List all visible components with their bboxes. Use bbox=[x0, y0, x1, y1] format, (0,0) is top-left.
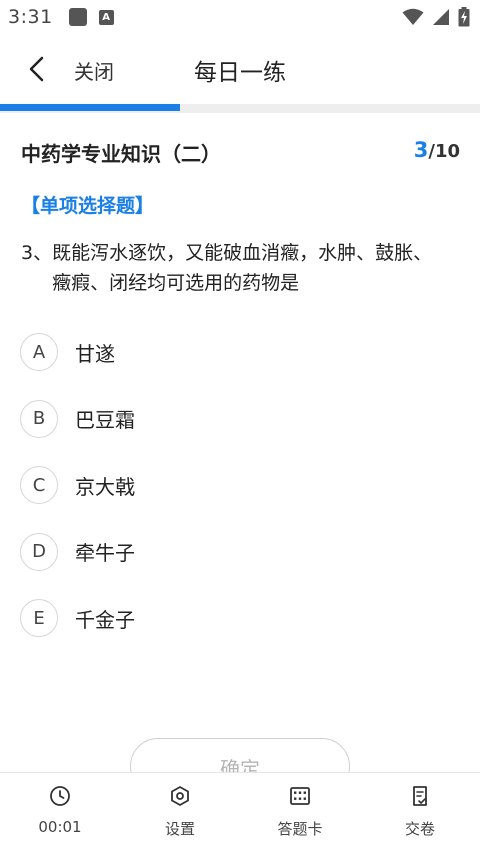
option-letter: A bbox=[20, 333, 58, 371]
nav-bar: 关闭 每日一练 bbox=[0, 34, 480, 104]
option-letter: B bbox=[20, 399, 58, 438]
total-questions: /10 bbox=[428, 141, 460, 162]
clock-icon bbox=[47, 783, 73, 809]
page-title: 每日一练 bbox=[194, 60, 286, 86]
wifi-icon bbox=[402, 8, 424, 25]
tab-submit[interactable]: 交卷 bbox=[360, 773, 480, 853]
option-text: 京大戟 bbox=[75, 474, 135, 499]
tab-settings[interactable]: 设置 bbox=[120, 773, 240, 853]
bottom-tab-bar: 00:01 设置 答题卡 交卷 bbox=[0, 772, 480, 853]
option-text: 牵牛子 bbox=[75, 541, 135, 565]
question-type: 【单项选择题】 bbox=[21, 195, 155, 217]
option-a[interactable]: A 甘遂 bbox=[20, 333, 460, 371]
submit-paper-icon bbox=[407, 783, 433, 809]
notification-square-icon bbox=[68, 8, 87, 26]
option-letter: E bbox=[20, 599, 58, 637]
app-a-icon: A bbox=[98, 9, 114, 25]
option-text: 甘遂 bbox=[75, 341, 115, 366]
option-letter: C bbox=[20, 466, 58, 504]
question-text: 既能泻水逐饮，又能破血消癥，水肿、鼓胀、癥瘕、闭经均可选用的药物是 bbox=[52, 242, 433, 294]
question-stem: 3、 既能泻水逐饮，又能破血消癥，水肿、鼓胀、癥瘕、闭经均可选用的药物是 bbox=[21, 238, 451, 298]
subject-title: 中药学专业知识（二） bbox=[21, 142, 221, 166]
question-counter: 3/10 bbox=[414, 138, 460, 162]
option-letter: D bbox=[20, 532, 58, 571]
grid-card-icon bbox=[287, 783, 313, 809]
tab-timer[interactable]: 00:01 bbox=[0, 773, 120, 853]
option-e[interactable]: E 千金子 bbox=[20, 599, 460, 637]
option-d[interactable]: D 牵牛子 bbox=[20, 532, 460, 571]
option-text: 千金子 bbox=[75, 607, 135, 632]
current-question-number: 3 bbox=[413, 138, 429, 162]
question-number: 3、 bbox=[21, 242, 53, 264]
option-b[interactable]: B 巴豆霜 bbox=[20, 399, 460, 438]
progress-fill bbox=[0, 104, 180, 111]
tab-label: 交卷 bbox=[404, 820, 435, 838]
status-right-icons bbox=[402, 7, 470, 27]
hexagon-settings-icon bbox=[167, 783, 193, 809]
signal-icon bbox=[433, 9, 449, 25]
option-list: A 甘遂 B 巴豆霜 C 京大戟 D 牵牛子 E 千金子 bbox=[20, 333, 460, 666]
status-bar: 3:31 A bbox=[0, 0, 480, 34]
status-time: 3:31 bbox=[8, 6, 53, 28]
option-c[interactable]: C 京大戟 bbox=[20, 466, 460, 504]
tab-label: 答题卡 bbox=[277, 820, 323, 838]
progress-track bbox=[0, 104, 480, 113]
battery-icon bbox=[458, 7, 470, 27]
tab-label: 设置 bbox=[164, 820, 195, 838]
option-text: 巴豆霜 bbox=[75, 408, 135, 432]
tab-answer-card[interactable]: 答题卡 bbox=[240, 773, 360, 853]
tab-label: 00:01 bbox=[38, 818, 82, 836]
